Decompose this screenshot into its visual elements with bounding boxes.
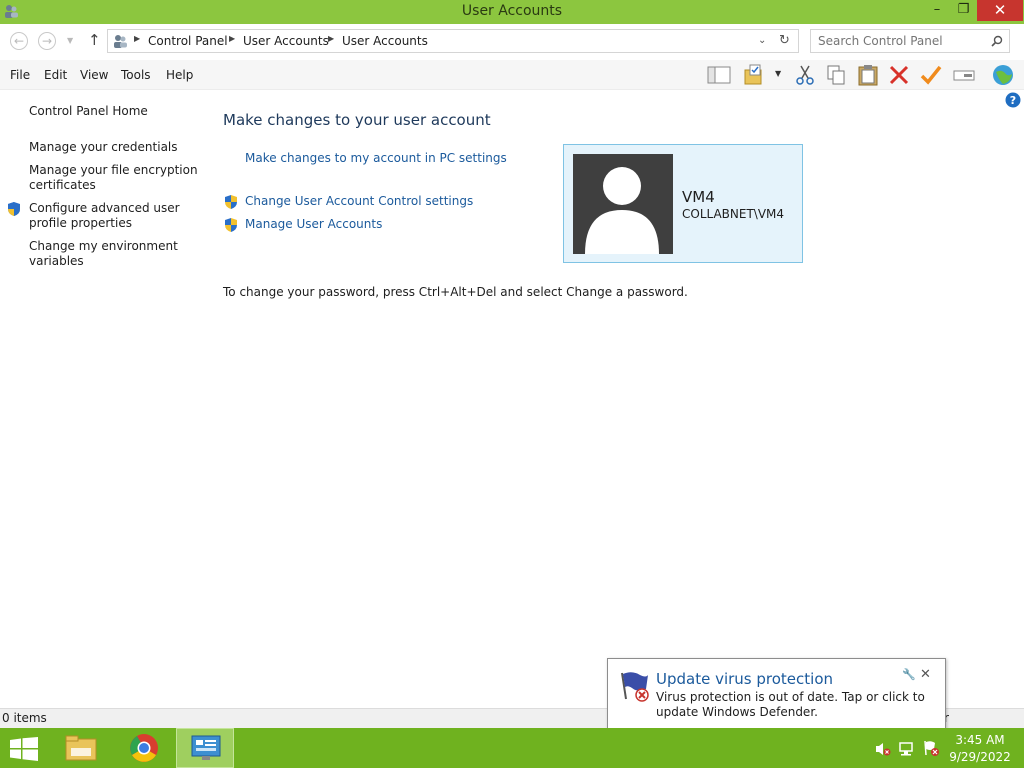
recent-locations-chevron-icon[interactable]: ▼ [67,36,73,45]
forward-button[interactable]: → [38,32,56,50]
configure-advanced-profile-link[interactable]: Configure advanced user profile properti… [29,201,189,231]
refresh-icon[interactable]: ↻ [779,33,790,48]
checkmark-icon[interactable] [918,63,944,87]
breadcrumb-separator-icon: ▶ [229,34,236,43]
account-domain: COLLABNET\VM4 [682,207,785,221]
search-box[interactable] [810,29,1010,53]
action-center-flag-icon [621,672,649,702]
uac-shield-icon [225,218,237,232]
address-dropdown-chevron-icon[interactable]: ⌄ [758,35,766,46]
control-panel-icon [114,35,127,48]
notification-toast[interactable]: Update virus protection Virus protection… [607,658,946,729]
menu-view[interactable]: View [80,68,108,82]
settings-wrench-icon[interactable]: 🔧 [902,668,916,681]
toast-message: Virus protection is out of date. Tap or … [656,690,925,719]
network-icon[interactable] [898,741,914,757]
forward-arrow-icon: → [41,34,53,48]
back-arrow-icon: ← [13,34,25,48]
navigation-bar: ← → ▼ ↑ ▶ Control Panel ▶ User Accounts … [0,24,1024,60]
maximize-button[interactable]: ❐ [950,0,977,21]
breadcrumb-user-accounts-current[interactable]: User Accounts [342,34,428,48]
toast-close-icon[interactable]: ✕ [920,667,931,682]
search-icon[interactable] [991,35,1003,47]
back-button[interactable]: ← [10,32,28,50]
file-explorer-icon [65,735,97,761]
title-bar: User Accounts – ❐ ✕ [0,0,1024,24]
search-input[interactable] [818,33,983,49]
menu-help[interactable]: Help [166,68,193,82]
taskbar-chrome[interactable] [115,728,173,768]
delete-icon[interactable] [886,63,912,87]
account-name: VM4 [682,188,715,206]
up-arrow-icon[interactable]: ↑ [88,31,101,49]
window-title: User Accounts [461,3,563,19]
dropdown-arrow-icon[interactable]: ▼ [775,69,781,78]
address-bar[interactable]: ▶ Control Panel ▶ User Accounts ▶ User A… [107,29,799,53]
account-card: VM4 COLLABNET\VM4 [563,144,803,263]
control-panel-home-link[interactable]: Control Panel Home [29,104,148,119]
avatar [573,154,673,254]
user-silhouette-icon [585,167,659,254]
folder-check-icon[interactable] [742,63,768,87]
control-panel-app-icon [191,735,221,760]
manage-credentials-link[interactable]: Manage your credentials [29,140,178,155]
minimize-button[interactable]: – [922,0,952,21]
paste-icon[interactable] [855,63,881,87]
taskbar: 3:45 AM 9/29/2022 [0,728,1024,768]
svg-text:?: ? [1010,94,1016,107]
action-center-alert-icon[interactable] [922,739,940,757]
manage-encryption-certificates-link[interactable]: Manage your file encryption certificates [29,163,199,193]
taskbar-file-explorer[interactable] [52,728,110,768]
globe-icon[interactable] [990,63,1016,87]
menu-file[interactable]: File [10,68,30,82]
change-environment-variables-link[interactable]: Change my environment variables [29,239,189,269]
item-count: 0 items [2,711,47,725]
uac-shield-icon [225,195,237,209]
manage-user-accounts-link[interactable]: Manage User Accounts [245,217,382,231]
uac-settings-link[interactable]: Change User Account Control settings [245,194,473,208]
toast-title: Update virus protection [656,670,834,688]
menu-tools[interactable]: Tools [121,68,151,82]
chrome-icon [130,734,158,762]
close-button[interactable]: ✕ [977,0,1023,21]
windows-start-icon[interactable] [10,737,38,761]
breadcrumb-user-accounts[interactable]: User Accounts [243,34,329,48]
taskbar-control-panel[interactable] [176,728,234,768]
layout-pane-icon[interactable] [706,63,732,87]
page-title: Make changes to your user account [223,111,491,129]
breadcrumb-control-panel[interactable]: Control Panel [148,34,228,48]
password-instructions: To change your password, press Ctrl+Alt+… [223,285,688,299]
uac-shield-icon [8,202,20,216]
pc-settings-link[interactable]: Make changes to my account in PC setting… [245,151,507,165]
volume-muted-icon[interactable] [875,741,891,757]
help-icon[interactable]: ? [1005,92,1021,108]
cut-icon[interactable] [792,63,818,87]
breadcrumb-separator-icon: ▶ [328,34,335,43]
clock-date[interactable]: 9/29/2022 [944,750,1016,764]
menu-edit[interactable]: Edit [44,68,67,82]
rename-icon[interactable] [951,63,977,87]
menu-bar: File Edit View Tools Help ▼ [0,60,1024,90]
breadcrumb-separator-icon: ▶ [134,34,141,43]
clock-time[interactable]: 3:45 AM [944,733,1016,747]
copy-icon[interactable] [823,63,849,87]
